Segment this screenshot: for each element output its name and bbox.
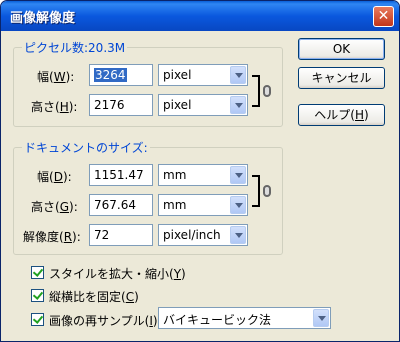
resample-label[interactable]: 画像の再サンプル(I): — [49, 312, 162, 329]
resolution-label: 解像度(R): — [23, 230, 81, 244]
pixel-height-input[interactable]: 2176 — [89, 94, 153, 116]
chain-link-icon — [263, 185, 271, 197]
resample-method-select[interactable]: バイキュービック法 — [158, 307, 331, 329]
pixel-width-label: 幅(W): — [37, 70, 75, 84]
doc-height-label: 高さ(G): — [31, 200, 78, 214]
resample-checkbox[interactable] — [31, 313, 44, 326]
doc-width-unit-select[interactable]: mm — [158, 164, 248, 186]
ok-button[interactable]: OK — [298, 38, 385, 60]
chain-link-icon — [263, 85, 271, 97]
title-bar[interactable]: 画像解像度 ✕ — [1, 1, 399, 31]
chevron-down-icon[interactable] — [313, 309, 329, 327]
chevron-down-icon[interactable] — [230, 196, 246, 214]
doc-height-unit-select[interactable]: mm — [158, 194, 248, 216]
constrain-proportions-checkbox[interactable] — [31, 289, 44, 302]
pixel-height-unit-select[interactable]: pixel — [158, 94, 248, 116]
chevron-down-icon[interactable] — [230, 66, 246, 84]
pixel-link-bracket — [252, 75, 260, 107]
pixel-dimensions-legend: ピクセル数:20.3M — [22, 39, 128, 56]
close-icon[interactable]: ✕ — [373, 6, 394, 27]
scale-styles-checkbox[interactable] — [31, 266, 44, 279]
document-link-bracket — [252, 175, 260, 207]
chevron-down-icon[interactable] — [230, 166, 246, 184]
pixel-width-input[interactable]: 3264 — [89, 64, 153, 86]
dialog-title: 画像解像度 — [10, 11, 76, 26]
chevron-down-icon[interactable] — [230, 226, 246, 244]
resolution-unit-select[interactable]: pixel/inch — [158, 224, 248, 246]
scale-styles-label[interactable]: スタイルを拡大・縮小(Y) — [49, 265, 186, 282]
constrain-proportions-label[interactable]: 縦横比を固定(C) — [49, 288, 139, 305]
pixel-height-label: 高さ(H): — [31, 100, 78, 114]
doc-width-label: 幅(D): — [37, 170, 72, 184]
doc-width-input[interactable]: 1151.47 — [89, 164, 153, 186]
cancel-button[interactable]: キャンセル — [298, 67, 385, 89]
pixel-width-unit-select[interactable]: pixel — [158, 64, 248, 86]
doc-height-input[interactable]: 767.64 — [89, 194, 153, 216]
image-size-dialog: 画像解像度 ✕ ピクセル数:20.3M 幅(W): 3264 pixel 高さ(… — [0, 0, 400, 342]
document-size-legend: ドキュメントのサイズ: — [22, 139, 150, 156]
resolution-input[interactable]: 72 — [89, 224, 153, 246]
help-button[interactable]: ヘルプ(H) — [298, 104, 385, 126]
chevron-down-icon[interactable] — [230, 96, 246, 114]
